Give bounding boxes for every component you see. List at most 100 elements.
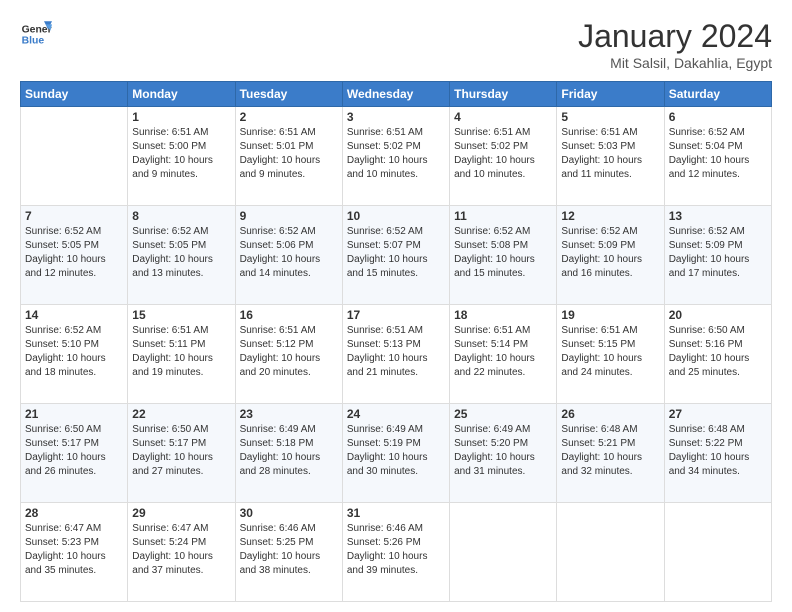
calendar-cell: 12 Sunrise: 6:52 AM Sunset: 5:09 PM Dayli… [557, 206, 664, 305]
calendar-header-row: SundayMondayTuesdayWednesdayThursdayFrid… [21, 82, 772, 107]
day-info: Sunrise: 6:50 AM Sunset: 5:17 PM Dayligh… [25, 423, 123, 479]
day-number: 19 [561, 308, 659, 322]
day-number: 4 [454, 110, 552, 124]
day-info: Sunrise: 6:48 AM Sunset: 5:22 PM Dayligh… [669, 423, 767, 479]
day-info: Sunrise: 6:51 AM Sunset: 5:02 PM Dayligh… [454, 126, 552, 182]
logo-icon: General Blue [20, 18, 52, 50]
day-number: 3 [347, 110, 445, 124]
calendar-week-row: 1 Sunrise: 6:51 AM Sunset: 5:00 PM Daylig… [21, 107, 772, 206]
day-number: 28 [25, 506, 123, 520]
day-number: 5 [561, 110, 659, 124]
calendar-cell [664, 503, 771, 602]
calendar-table: SundayMondayTuesdayWednesdayThursdayFrid… [20, 81, 772, 602]
calendar-cell: 16 Sunrise: 6:51 AM Sunset: 5:12 PM Dayli… [235, 305, 342, 404]
calendar-cell: 24Sunrise: 6:49 AM Sunset: 5:19 PM Dayli… [342, 404, 449, 503]
day-number: 9 [240, 209, 338, 223]
day-number: 25 [454, 407, 552, 421]
calendar-week-row: 21 Sunrise: 6:50 AM Sunset: 5:17 PM Dayli… [21, 404, 772, 503]
calendar-cell: 14Sunrise: 6:52 AM Sunset: 5:10 PM Dayli… [21, 305, 128, 404]
day-number: 2 [240, 110, 338, 124]
day-info: Sunrise: 6:52 AM Sunset: 5:04 PM Dayligh… [669, 126, 767, 182]
calendar-cell: 22 Sunrise: 6:50 AM Sunset: 5:17 PM Dayli… [128, 404, 235, 503]
calendar-week-row: 14Sunrise: 6:52 AM Sunset: 5:10 PM Dayli… [21, 305, 772, 404]
day-number: 30 [240, 506, 338, 520]
day-number: 27 [669, 407, 767, 421]
day-number: 29 [132, 506, 230, 520]
calendar-cell: 9Sunrise: 6:52 AM Sunset: 5:06 PM Daylig… [235, 206, 342, 305]
day-number: 6 [669, 110, 767, 124]
month-title: January 2024 [578, 18, 772, 55]
day-number: 20 [669, 308, 767, 322]
calendar-cell: 29 Sunrise: 6:47 AM Sunset: 5:24 PM Dayli… [128, 503, 235, 602]
day-number: 18 [454, 308, 552, 322]
day-info: Sunrise: 6:51 AM Sunset: 5:11 PM Dayligh… [132, 324, 230, 380]
day-number: 23 [240, 407, 338, 421]
day-number: 1 [132, 110, 230, 124]
day-info: Sunrise: 6:51 AM Sunset: 5:03 PM Dayligh… [561, 126, 659, 182]
day-number: 13 [669, 209, 767, 223]
day-info: Sunrise: 6:51 AM Sunset: 5:12 PM Dayligh… [240, 324, 338, 380]
day-info: Sunrise: 6:52 AM Sunset: 5:05 PM Dayligh… [132, 225, 230, 281]
calendar-cell: 17 Sunrise: 6:51 AM Sunset: 5:13 PM Dayli… [342, 305, 449, 404]
calendar-cell: 3 Sunrise: 6:51 AM Sunset: 5:02 PM Daylig… [342, 107, 449, 206]
day-info: Sunrise: 6:52 AM Sunset: 5:09 PM Dayligh… [669, 225, 767, 281]
header: General Blue January 2024 Mit Salsil, Da… [20, 18, 772, 71]
svg-text:Blue: Blue [22, 36, 45, 47]
calendar-cell: 18 Sunrise: 6:51 AM Sunset: 5:14 PM Dayli… [450, 305, 557, 404]
day-number: 11 [454, 209, 552, 223]
calendar-cell: 25 Sunrise: 6:49 AM Sunset: 5:20 PM Dayli… [450, 404, 557, 503]
calendar-week-row: 7 Sunrise: 6:52 AM Sunset: 5:05 PM Daylig… [21, 206, 772, 305]
page: General Blue January 2024 Mit Salsil, Da… [0, 0, 792, 612]
calendar-cell: 28 Sunrise: 6:47 AM Sunset: 5:23 PM Dayli… [21, 503, 128, 602]
day-info: Sunrise: 6:49 AM Sunset: 5:19 PM Dayligh… [347, 423, 445, 479]
day-info: Sunrise: 6:51 AM Sunset: 5:13 PM Dayligh… [347, 324, 445, 380]
day-info: Sunrise: 6:50 AM Sunset: 5:17 PM Dayligh… [132, 423, 230, 479]
day-info: Sunrise: 6:46 AM Sunset: 5:25 PM Dayligh… [240, 522, 338, 578]
calendar-cell: 5 Sunrise: 6:51 AM Sunset: 5:03 PM Daylig… [557, 107, 664, 206]
day-info: Sunrise: 6:51 AM Sunset: 5:00 PM Dayligh… [132, 126, 230, 182]
day-number: 8 [132, 209, 230, 223]
day-info: Sunrise: 6:50 AM Sunset: 5:16 PM Dayligh… [669, 324, 767, 380]
day-number: 14 [25, 308, 123, 322]
day-info: Sunrise: 6:52 AM Sunset: 5:05 PM Dayligh… [25, 225, 123, 281]
day-number: 7 [25, 209, 123, 223]
day-info: Sunrise: 6:47 AM Sunset: 5:24 PM Dayligh… [132, 522, 230, 578]
calendar-cell: 13 Sunrise: 6:52 AM Sunset: 5:09 PM Dayli… [664, 206, 771, 305]
calendar-cell: 30 Sunrise: 6:46 AM Sunset: 5:25 PM Dayli… [235, 503, 342, 602]
calendar-header-wednesday: Wednesday [342, 82, 449, 107]
day-info: Sunrise: 6:48 AM Sunset: 5:21 PM Dayligh… [561, 423, 659, 479]
day-number: 21 [25, 407, 123, 421]
day-number: 22 [132, 407, 230, 421]
calendar-cell: 21 Sunrise: 6:50 AM Sunset: 5:17 PM Dayli… [21, 404, 128, 503]
calendar-header-tuesday: Tuesday [235, 82, 342, 107]
day-info: Sunrise: 6:51 AM Sunset: 5:14 PM Dayligh… [454, 324, 552, 380]
calendar-header-friday: Friday [557, 82, 664, 107]
day-info: Sunrise: 6:47 AM Sunset: 5:23 PM Dayligh… [25, 522, 123, 578]
calendar-header-monday: Monday [128, 82, 235, 107]
calendar-cell: 7 Sunrise: 6:52 AM Sunset: 5:05 PM Daylig… [21, 206, 128, 305]
day-number: 12 [561, 209, 659, 223]
calendar-cell: 8 Sunrise: 6:52 AM Sunset: 5:05 PM Daylig… [128, 206, 235, 305]
day-info: Sunrise: 6:52 AM Sunset: 5:09 PM Dayligh… [561, 225, 659, 281]
calendar-cell: 4 Sunrise: 6:51 AM Sunset: 5:02 PM Daylig… [450, 107, 557, 206]
calendar-cell: 1 Sunrise: 6:51 AM Sunset: 5:00 PM Daylig… [128, 107, 235, 206]
calendar-cell [450, 503, 557, 602]
calendar-cell: 19Sunrise: 6:51 AM Sunset: 5:15 PM Dayli… [557, 305, 664, 404]
calendar-cell: 10Sunrise: 6:52 AM Sunset: 5:07 PM Dayli… [342, 206, 449, 305]
calendar-cell: 6 Sunrise: 6:52 AM Sunset: 5:04 PM Daylig… [664, 107, 771, 206]
day-number: 17 [347, 308, 445, 322]
calendar-header-sunday: Sunday [21, 82, 128, 107]
day-number: 16 [240, 308, 338, 322]
location: Mit Salsil, Dakahlia, Egypt [578, 55, 772, 71]
day-info: Sunrise: 6:46 AM Sunset: 5:26 PM Dayligh… [347, 522, 445, 578]
calendar-cell: 2Sunrise: 6:51 AM Sunset: 5:01 PM Daylig… [235, 107, 342, 206]
day-number: 31 [347, 506, 445, 520]
calendar-cell: 27 Sunrise: 6:48 AM Sunset: 5:22 PM Dayli… [664, 404, 771, 503]
calendar-cell: 11 Sunrise: 6:52 AM Sunset: 5:08 PM Dayli… [450, 206, 557, 305]
day-info: Sunrise: 6:51 AM Sunset: 5:02 PM Dayligh… [347, 126, 445, 182]
calendar-header-saturday: Saturday [664, 82, 771, 107]
day-info: Sunrise: 6:52 AM Sunset: 5:08 PM Dayligh… [454, 225, 552, 281]
calendar-cell: 20 Sunrise: 6:50 AM Sunset: 5:16 PM Dayli… [664, 305, 771, 404]
day-info: Sunrise: 6:49 AM Sunset: 5:20 PM Dayligh… [454, 423, 552, 479]
calendar-cell: 31 Sunrise: 6:46 AM Sunset: 5:26 PM Dayli… [342, 503, 449, 602]
